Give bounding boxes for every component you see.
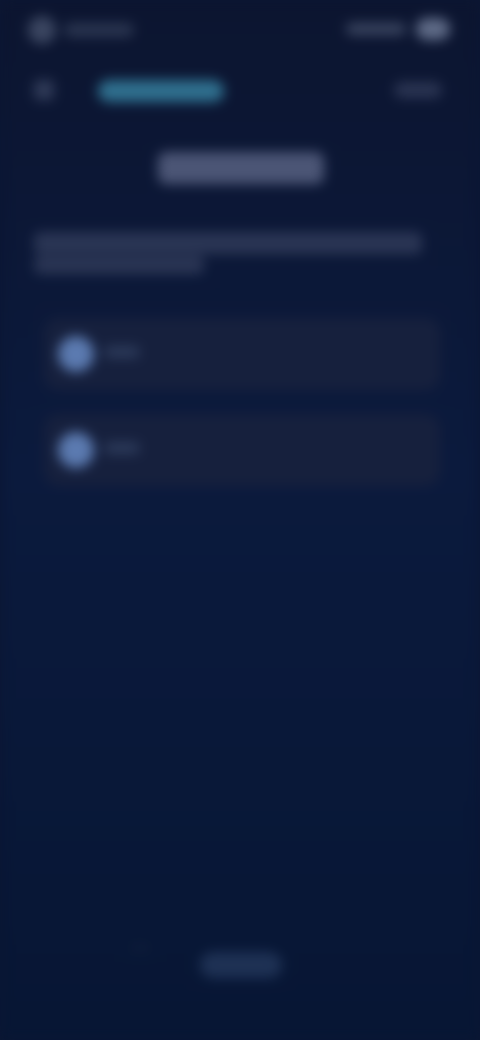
nav-right-button[interactable]	[394, 82, 442, 98]
option-item-2[interactable]	[44, 414, 440, 486]
description-line-1	[34, 232, 422, 254]
battery-icon	[416, 18, 450, 40]
status-left	[28, 16, 134, 44]
bottom-button[interactable]	[200, 952, 282, 978]
radio-icon[interactable]	[58, 432, 94, 468]
avatar	[28, 16, 56, 44]
status-right	[346, 18, 450, 40]
nav-tab-active[interactable]	[98, 80, 224, 102]
page-title	[158, 152, 324, 184]
status-bar	[0, 0, 480, 60]
back-icon[interactable]	[34, 80, 54, 100]
home-indicator	[130, 944, 150, 952]
description-line-2	[34, 256, 204, 274]
radio-icon[interactable]	[58, 336, 94, 372]
top-nav	[0, 70, 480, 114]
option-item-1[interactable]	[44, 318, 440, 390]
option-label	[104, 442, 140, 454]
status-text	[64, 23, 134, 37]
signal-icon	[346, 23, 406, 35]
screen	[0, 0, 480, 1040]
option-label	[104, 346, 140, 358]
